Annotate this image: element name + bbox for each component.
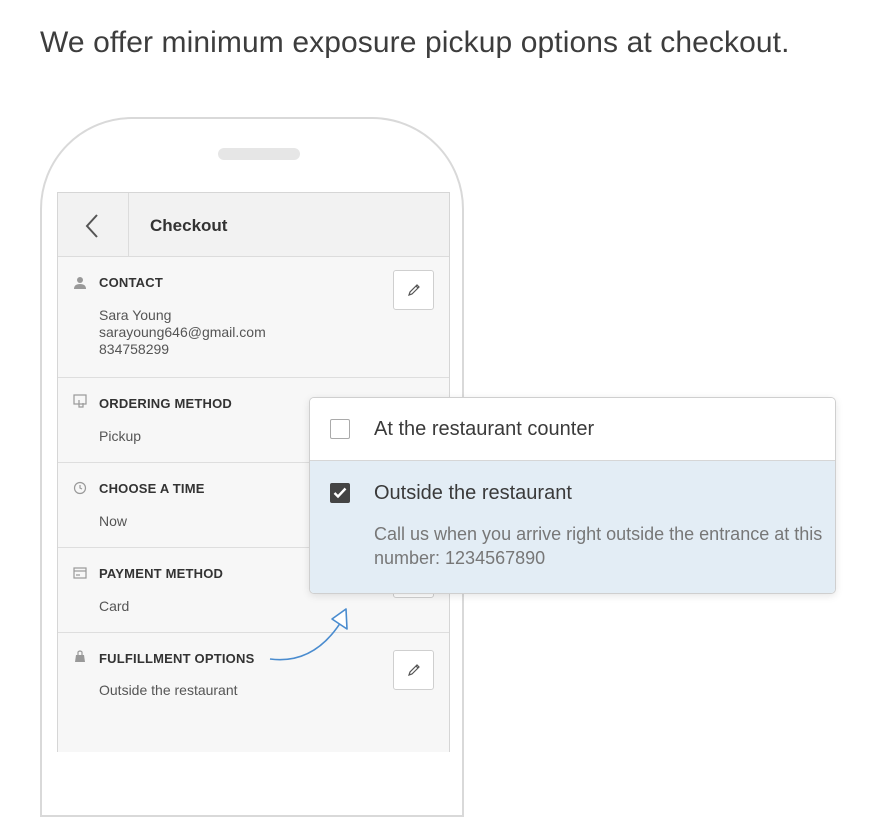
- option-label: At the restaurant counter: [374, 418, 595, 440]
- edit-contact-button[interactable]: [393, 270, 434, 310]
- payment-method-title: PAYMENT METHOD: [99, 566, 224, 581]
- option-restaurant-counter[interactable]: At the restaurant counter: [310, 398, 835, 461]
- payment-method-value: Card: [99, 598, 130, 614]
- ordering-method-title: ORDERING METHOD: [99, 396, 232, 411]
- option-description: Call us when you arrive right outside th…: [374, 524, 823, 568]
- contact-name: Sara Young: [99, 307, 172, 323]
- fulfillment-options-value: Outside the restaurant: [99, 682, 238, 698]
- pointer-arrow-icon: [269, 608, 348, 661]
- checkmark-icon: [333, 487, 347, 499]
- fulfillment-options-title: FULFILLMENT OPTIONS: [99, 651, 255, 666]
- headline: We offer minimum exposure pickup options…: [40, 26, 790, 59]
- checkbox-checked[interactable]: [330, 483, 350, 503]
- ordering-method-value: Pickup: [99, 428, 142, 444]
- option-label: Outside the restaurant: [374, 482, 572, 504]
- edit-fulfillment-button[interactable]: [393, 650, 434, 690]
- pickup-options-popup: At the restaurant counter Outside the re…: [309, 397, 836, 594]
- pencil-icon: [408, 664, 420, 676]
- chevron-left-icon: [85, 214, 98, 238]
- pencil-icon: [408, 284, 420, 296]
- phone-speaker: [218, 148, 300, 160]
- checkbox-unchecked[interactable]: [330, 419, 350, 439]
- page-title: Checkout: [150, 216, 228, 235]
- bag-icon: [75, 650, 85, 662]
- contact-section: CONTACT Sara Young sarayoung646@gmail.co…: [58, 257, 449, 378]
- clock-icon: [73, 481, 87, 495]
- person-icon: [74, 277, 86, 289]
- contact-phone: 834758299: [99, 341, 170, 357]
- contact-email: sarayoung646@gmail.com: [99, 324, 266, 340]
- choose-time-title: CHOOSE A TIME: [99, 481, 205, 496]
- tap-icon: [73, 394, 87, 408]
- contact-title: CONTACT: [99, 275, 163, 290]
- option-outside-restaurant[interactable]: Outside the restaurant Call us when you …: [310, 461, 835, 593]
- top-bar: Checkout: [58, 193, 449, 257]
- fulfillment-options-section: FULFILLMENT OPTIONS Outside the restaura…: [58, 633, 449, 752]
- back-button[interactable]: [58, 193, 129, 256]
- card-icon: [73, 567, 87, 579]
- choose-time-value: Now: [99, 513, 128, 529]
